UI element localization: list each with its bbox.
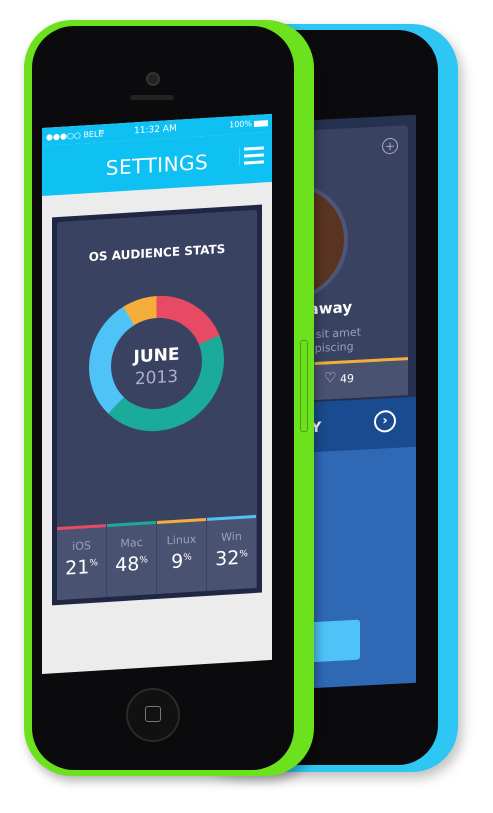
os-name: iOS (72, 539, 91, 554)
percent-sign: % (183, 552, 192, 564)
volume-button (300, 340, 308, 432)
heart-icon[interactable]: ♡ (324, 370, 337, 387)
add-icon[interactable]: + (382, 137, 398, 155)
os-name: Mac (120, 535, 143, 551)
camera-icon (146, 72, 160, 86)
likes-count: 49 (340, 371, 354, 386)
os-stat-mac: Mac 48% (107, 520, 157, 598)
home-button[interactable] (126, 688, 180, 742)
percent-sign: % (139, 555, 148, 566)
profile-description: lor sit amet adipiscing (298, 325, 361, 356)
clock: 11:32 AM (134, 123, 177, 137)
speaker-grille (130, 95, 174, 100)
hamburger-menu-icon[interactable] (239, 146, 264, 166)
month-label: JUNE (133, 344, 180, 368)
percent-sign: % (239, 549, 248, 560)
os-value: 48 (115, 553, 140, 577)
color-strip (107, 521, 156, 528)
os-stat-ios: iOS 21% (57, 524, 107, 601)
color-strip (207, 514, 256, 521)
front-phone-screen: ●●●○○ BELL ≋ 11:32 AM 100% SETTINGS OS A… (42, 113, 272, 674)
os-stat-linux: Linux 9% (157, 517, 207, 594)
os-stat-win: Win 32% (207, 514, 257, 591)
os-value: 32 (215, 546, 240, 571)
battery-percent: 100% (229, 119, 252, 130)
os-value: 9 (171, 550, 184, 574)
color-strip (57, 524, 106, 531)
donut-chart: JUNE 2013 (89, 291, 224, 436)
os-stats-card: OS AUDIENCE STATS JUNE 2013 iOS 21% Mac 48… (52, 204, 262, 606)
page-title: SETTINGS (105, 149, 209, 181)
year-label: 2013 (134, 366, 179, 390)
os-value: 21 (65, 556, 90, 580)
percent-sign: % (89, 558, 98, 569)
os-name: Win (221, 529, 242, 545)
color-strip (157, 517, 206, 524)
os-stats-row: iOS 21% Mac 48% Linux 9% Win 32% (57, 514, 257, 601)
battery-icon (254, 119, 268, 127)
chevron-right-icon[interactable]: › (374, 409, 396, 433)
battery-indicator: 100% (229, 118, 268, 130)
stats-title: OS AUDIENCE STATS (88, 241, 226, 265)
carrier: ●●●○○ BELL (46, 129, 103, 142)
wifi-icon: ≋ (98, 127, 105, 137)
os-name: Linux (166, 532, 197, 548)
